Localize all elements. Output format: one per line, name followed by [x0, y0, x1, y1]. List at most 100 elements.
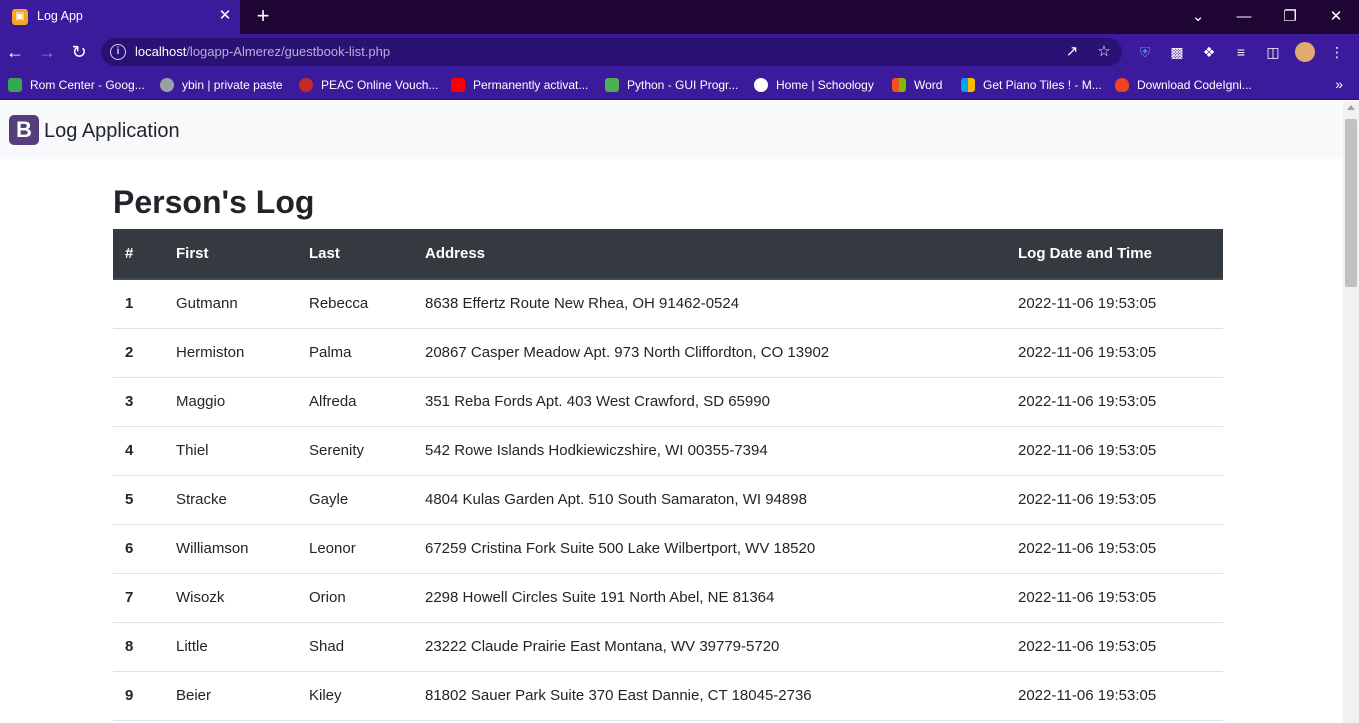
address-cell: 2298 Howell Circles Suite 191 North Abel… [413, 573, 1006, 623]
first-name-cell: Maggio [164, 377, 297, 427]
brand-title[interactable]: Log Application [44, 120, 180, 143]
table-row: 9 Beier Kiley 81802 Sauer Park Suite 370 Ea… [113, 671, 1223, 721]
bookmark-item[interactable]: ybin | private paste [160, 77, 283, 93]
last-name-cell: Kiley [297, 671, 413, 721]
bookmark-label: Word [914, 78, 943, 92]
tab-log-app[interactable]: ▣ Log App ✕ [0, 0, 240, 34]
bookmark-label: Python - GUI Progr... [627, 78, 739, 92]
bookmark-item[interactable]: Get Piano Tiles ! - M... [961, 77, 1102, 93]
address-cell: 351 Reba Fords Apt. 403 West Crawford, S… [413, 377, 1006, 427]
row-number: 7 [113, 573, 164, 623]
first-name-cell: Williamson [164, 524, 297, 574]
first-name-cell: Hermiston [164, 328, 297, 378]
table-row: 5 Stracke Gayle 4804 Kulas Garden Apt. 510 … [113, 475, 1223, 525]
back-icon[interactable]: ← [4, 41, 26, 63]
address-cell: 67259 Cristina Fork Suite 500 Lake Wilbe… [413, 524, 1006, 574]
table-row: 8 Little Shad 23222 Claude Prairie East Mon… [113, 622, 1223, 672]
profile-avatar-icon[interactable] [1295, 42, 1315, 62]
bookmark-star-icon[interactable]: ☆ [1095, 43, 1113, 61]
address-cell: 23222 Claude Prairie East Montana, WV 39… [413, 622, 1006, 672]
bookmark-item[interactable]: Python - GUI Progr... [605, 77, 738, 93]
log-datetime-cell: 2022-11-06 19:53:05 [1006, 377, 1223, 427]
new-tab-icon[interactable]: + [252, 5, 274, 27]
first-name-cell: Gutmann [164, 279, 297, 329]
bitwarden-extension-icon[interactable]: ⛨ [1136, 43, 1154, 61]
bookmark-item[interactable]: Rom Center - Goog... [8, 77, 145, 93]
minimize-icon[interactable]: — [1233, 6, 1255, 28]
last-name-cell: Rebecca [297, 279, 413, 329]
address-cell: 542 Rowe Islands Hodkiewiczshire, WI 003… [413, 426, 1006, 476]
row-number: 1 [113, 279, 164, 329]
tab-strip: ▣ Log App ✕ + ⌄ — ❐ ✕ [0, 0, 1359, 34]
address-cell: 20867 Casper Meadow Apt. 973 North Cliff… [413, 328, 1006, 378]
page-content: B Log Application Person's Log # First L… [0, 101, 1343, 723]
bookmark-item[interactable]: Download CodeIgni... [1115, 77, 1252, 93]
address-bar[interactable]: i localhost/logapp-Almerez/guestbook-lis… [101, 38, 1122, 66]
bookmark-label: Permanently activat... [473, 78, 589, 92]
url-text[interactable]: localhost/logapp-Almerez/guestbook-list.… [135, 44, 390, 59]
peac-icon [299, 78, 313, 92]
python-icon [605, 78, 619, 92]
scrollbar-thumb[interactable] [1345, 119, 1357, 287]
first-name-cell: Stracke [164, 475, 297, 525]
table-row: 4 Thiel Serenity 542 Rowe Islands Hodkiewic… [113, 426, 1223, 476]
last-name-cell: Leonor [297, 524, 413, 574]
extension-icon[interactable]: ▩ [1168, 43, 1186, 61]
navbar: B Log Application [0, 101, 1343, 159]
bootstrap-logo-icon[interactable]: B [9, 115, 39, 145]
row-number: 6 [113, 524, 164, 574]
bookmark-item[interactable]: PEAC Online Vouch... [299, 77, 438, 93]
google-drive-icon [8, 78, 22, 92]
menu-kebab-icon[interactable]: ⋮ [1328, 43, 1346, 61]
row-number: 5 [113, 475, 164, 525]
bookmarks-bar: Rom Center - Goog... ybin | private past… [0, 70, 1359, 100]
bookmark-label: Home | Schoology [776, 78, 874, 92]
site-info-icon[interactable]: i [110, 44, 126, 60]
first-name-cell: Beier [164, 671, 297, 721]
reload-icon[interactable]: ↻ [68, 41, 90, 63]
side-panel-icon[interactable]: ◫ [1264, 43, 1282, 61]
row-number: 9 [113, 671, 164, 721]
share-icon[interactable]: ↗ [1063, 43, 1081, 61]
row-number: 3 [113, 377, 164, 427]
schoology-icon [754, 78, 768, 92]
close-window-icon[interactable]: ✕ [1325, 6, 1347, 28]
codeigniter-icon [1115, 78, 1129, 92]
puzzle-extensions-icon[interactable]: ❖ [1200, 43, 1218, 61]
restore-icon[interactable]: ❐ [1279, 6, 1301, 28]
youtube-icon [451, 78, 465, 92]
column-header: Last [297, 229, 413, 280]
table-row: 3 Maggio Alfreda 351 Reba Fords Apt. 403 We… [113, 377, 1223, 427]
tab-search-chevron-icon[interactable]: ⌄ [1187, 6, 1209, 28]
scroll-up-icon[interactable] [1347, 105, 1355, 110]
column-header: Log Date and Time [1006, 229, 1223, 280]
table-row: 1 Gutmann Rebecca 8638 Effertz Route New Rh… [113, 279, 1223, 329]
log-datetime-cell: 2022-11-06 19:53:05 [1006, 279, 1223, 329]
first-name-cell: Wisozk [164, 573, 297, 623]
forward-icon[interactable]: → [36, 41, 58, 63]
address-cell: 8638 Effertz Route New Rhea, OH 91462-05… [413, 279, 1006, 329]
last-name-cell: Alfreda [297, 377, 413, 427]
ybin-icon [160, 78, 174, 92]
bookmark-label: Rom Center - Goog... [30, 78, 145, 92]
last-name-cell: Palma [297, 328, 413, 378]
first-name-cell: Thiel [164, 426, 297, 476]
bookmark-item[interactable]: Home | Schoology [754, 77, 874, 93]
row-number: 2 [113, 328, 164, 378]
microsoft-icon [892, 78, 906, 92]
bookmark-item[interactable]: Word [892, 77, 942, 93]
table-header-row: # First Last Address Log Date and Time [113, 229, 1223, 280]
close-tab-icon[interactable]: ✕ [216, 7, 234, 25]
tab-title: Log App [37, 9, 83, 23]
xampp-favicon-icon: ▣ [12, 9, 28, 25]
page-scrollbar[interactable] [1343, 101, 1359, 723]
row-number: 4 [113, 426, 164, 476]
table-row: 7 Wisozk Orion 2298 Howell Circles Suite 19… [113, 573, 1223, 623]
last-name-cell: Gayle [297, 475, 413, 525]
browser-toolbar: ← → ↻ i localhost/logapp-Almerez/guestbo… [0, 34, 1359, 70]
bookmark-label: ybin | private paste [182, 78, 283, 92]
more-bookmarks-icon[interactable]: » [1335, 76, 1343, 92]
log-datetime-cell: 2022-11-06 19:53:05 [1006, 573, 1223, 623]
bookmark-item[interactable]: Permanently activat... [451, 77, 588, 93]
reading-list-icon[interactable]: ≡ [1232, 43, 1250, 61]
